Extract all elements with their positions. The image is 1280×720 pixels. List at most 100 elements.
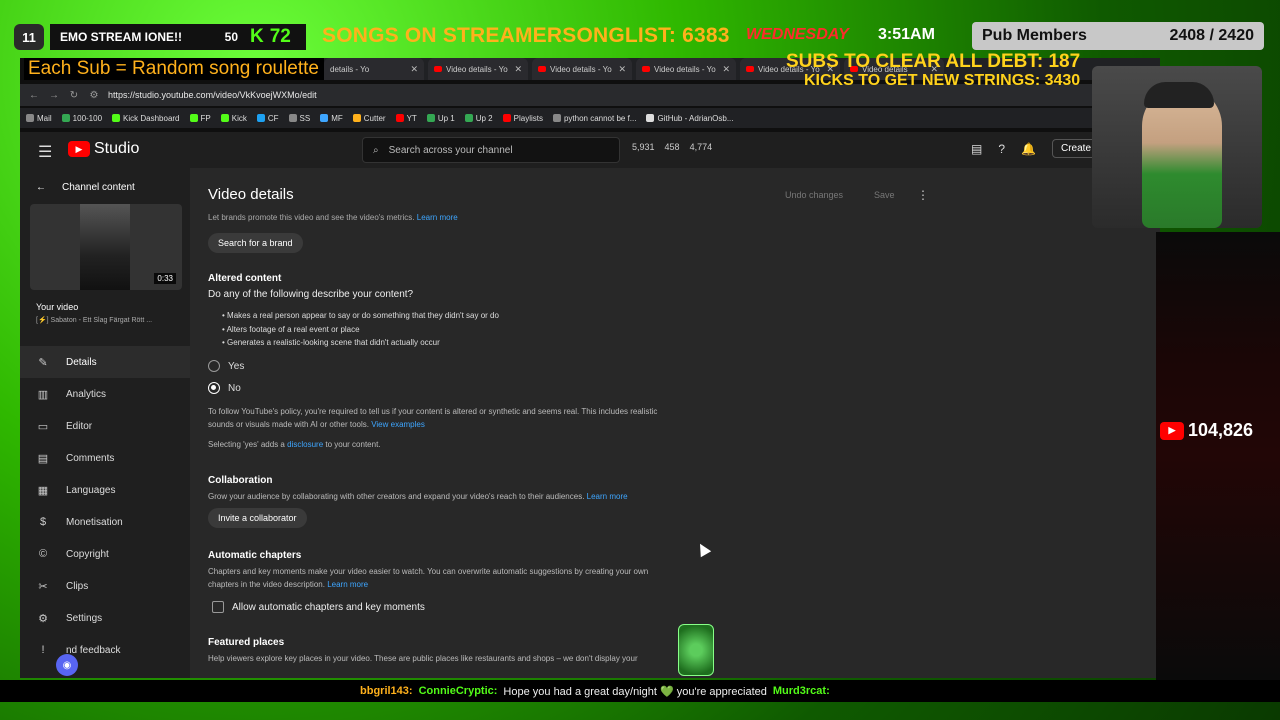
monetisation-icon: $ [39,516,47,528]
policy-text: To follow YouTube's policy, you're requi… [208,405,668,431]
learn-more-link[interactable]: Learn more [587,492,628,501]
sidebar-item-feedback[interactable]: ! nd feedback [20,634,190,666]
bookmark-item[interactable]: Playlists [502,113,543,123]
chapters-checkbox-row[interactable]: Allow automatic chapters and key moments [212,601,425,613]
bookmark-item[interactable]: Mail [26,114,52,123]
sidebar-item-settings[interactable]: ⚙ Settings [20,602,190,634]
settings-icon: ⚙ [38,612,48,625]
tab-title: Video details - Yo [446,64,508,74]
sidebar-item-copyright[interactable]: © Copyright [20,538,190,570]
sidebar-item-label: Languages [66,484,116,496]
sidebar-nav: ✎ Details ▥ Analytics ▭ Editor ▤ Comments ▦ L… [20,346,190,666]
altered-yes-radio[interactable]: Yes [208,360,244,372]
bookmark-item[interactable]: Kick [220,113,247,123]
site-info-icon[interactable]: ⚙ [88,90,100,101]
collab-desc-text: Grow your audience by collaborating with… [208,492,585,501]
search-placeholder: Search across your channel [388,144,513,156]
subtitles-icon[interactable]: ▤ [971,142,982,156]
sidebar-item-languages[interactable]: ▦ Languages [20,474,190,506]
overlay-side-panel [1156,232,1280,680]
url-input[interactable]: https://studio.youtube.com/video/VkKvoej… [108,90,317,100]
overlay-subs-debt: SUBS TO CLEAR ALL DEBT: 187 [786,51,1081,72]
video-thumbnail[interactable]: 0:33 [30,204,182,290]
youtube-play-icon: ▶ [1160,421,1184,440]
close-icon[interactable]: ✕ [514,64,522,75]
save-button[interactable]: Save [874,190,895,200]
search-brand-button[interactable]: Search for a brand [208,233,303,253]
bookmark-item[interactable]: Kick Dashboard [112,114,180,123]
reload-icon[interactable]: ↻ [68,90,80,101]
bookmark-item[interactable]: SS [288,114,310,123]
radio-button[interactable] [208,360,220,372]
pencil-icon: ✎ [38,356,48,369]
disclosure-link[interactable]: disclosure [287,440,323,449]
view-examples-link[interactable]: View examples [371,420,425,429]
more-options-icon[interactable]: ⋮ [917,188,929,202]
sidebar-item-editor[interactable]: ▭ Editor [20,410,190,442]
youtube-favicon-icon [538,66,546,72]
menu-icon[interactable]: ☰ [38,142,52,162]
radio-button-selected[interactable] [208,382,220,394]
overlay-kick-count-value: 72 [269,26,291,47]
sidebar-item-label: Comments [66,452,115,464]
radio-label: No [228,382,241,394]
automatic-chapters-title: Automatic chapters [208,550,302,561]
close-icon[interactable]: ✕ [618,64,626,75]
stat-2: 458 [664,142,680,152]
help-icon[interactable]: ? [998,142,1005,156]
bookmark-item[interactable]: 100-100 [61,114,102,123]
sidebar-item-label: Settings [66,612,103,624]
overlay-pub-count: 2408 / 2420 [1169,27,1254,44]
github-icon [646,114,655,122]
bookmark-item[interactable]: CF [256,114,279,123]
close-icon[interactable]: ✕ [722,64,730,75]
altered-no-radio[interactable]: No [208,382,241,394]
studio-brand: Studio [94,140,140,157]
bookmark-label: Kick [231,113,247,123]
browser-tab[interactable]: Video details - Yo ✕ [428,58,528,80]
list-item: Makes a real person appear to say or do … [222,309,499,323]
discord-icon: ◉ [56,654,78,676]
bookmark-item[interactable]: python cannot be f... [552,114,636,123]
bookmark-label: Playlists [513,113,543,123]
bookmark-item[interactable]: Up 2 [464,114,493,123]
browser-tab[interactable]: details - Yo ✕ [324,58,424,80]
overlay-roulette: Each Sub = Random song roulette [24,58,324,80]
stat-1: 5,931 [632,142,655,152]
bookmark-item[interactable]: GitHub - AdrianOsb... [646,113,734,123]
bookmark-item[interactable]: Cutter [352,113,386,123]
invite-collaborator-button[interactable]: Invite a collaborator [208,508,307,528]
browser-tab[interactable]: Video details - Yo ✕ [636,58,736,80]
bell-icon[interactable]: 🔔 [1021,142,1036,156]
studio-logo[interactable]: ▶ Studio [68,140,139,158]
bookmark-favicon-icon [26,114,34,122]
bookmark-item[interactable]: YT [395,114,417,123]
learn-more-link[interactable]: Learn more [417,213,458,222]
bookmark-label: Cutter [363,113,386,123]
search-input[interactable]: ⌕ Search across your channel [362,137,620,163]
sidebar-item-details[interactable]: ✎ Details [20,346,190,378]
chapters-checkbox[interactable] [212,601,224,613]
browser-tab[interactable]: Video details - Yo ✕ [532,58,632,80]
bookmark-item[interactable]: FP [189,114,211,123]
bookmark-item[interactable]: Up 1 [426,114,455,123]
sidebar-item-clips[interactable]: ✂ Clips [20,570,190,602]
sidebar-item-monetisation[interactable]: $ Monetisation [20,506,190,538]
forward-arrow-icon[interactable]: → [48,90,60,101]
sidebar-item-analytics[interactable]: ▥ Analytics [20,378,190,410]
back-arrow-icon[interactable]: ← [28,90,40,101]
close-icon[interactable]: ✕ [410,64,418,75]
bookmark-item[interactable]: MF [320,114,343,123]
brand-note: Let brands promote this video and see th… [208,213,458,222]
webcam-feed [1092,66,1262,228]
altered-content-title: Altered content [208,273,282,284]
overlay-stream-title: EMO STREAM IONE!! 50 [50,24,248,50]
undo-changes-button[interactable]: Undo changes [785,190,843,200]
back-to-channel-content[interactable]: ← Channel content [36,182,135,193]
clips-icon: ✂ [38,580,48,593]
learn-more-link[interactable]: Learn more [327,580,368,589]
sidebar-item-comments[interactable]: ▤ Comments [20,442,190,474]
policy-text-body: To follow YouTube's policy, you're requi… [208,407,658,429]
selecting-yes-note: Selecting 'yes' adds a disclosure to you… [208,438,381,451]
bookmark-label: GitHub - AdrianOsb... [657,113,734,123]
